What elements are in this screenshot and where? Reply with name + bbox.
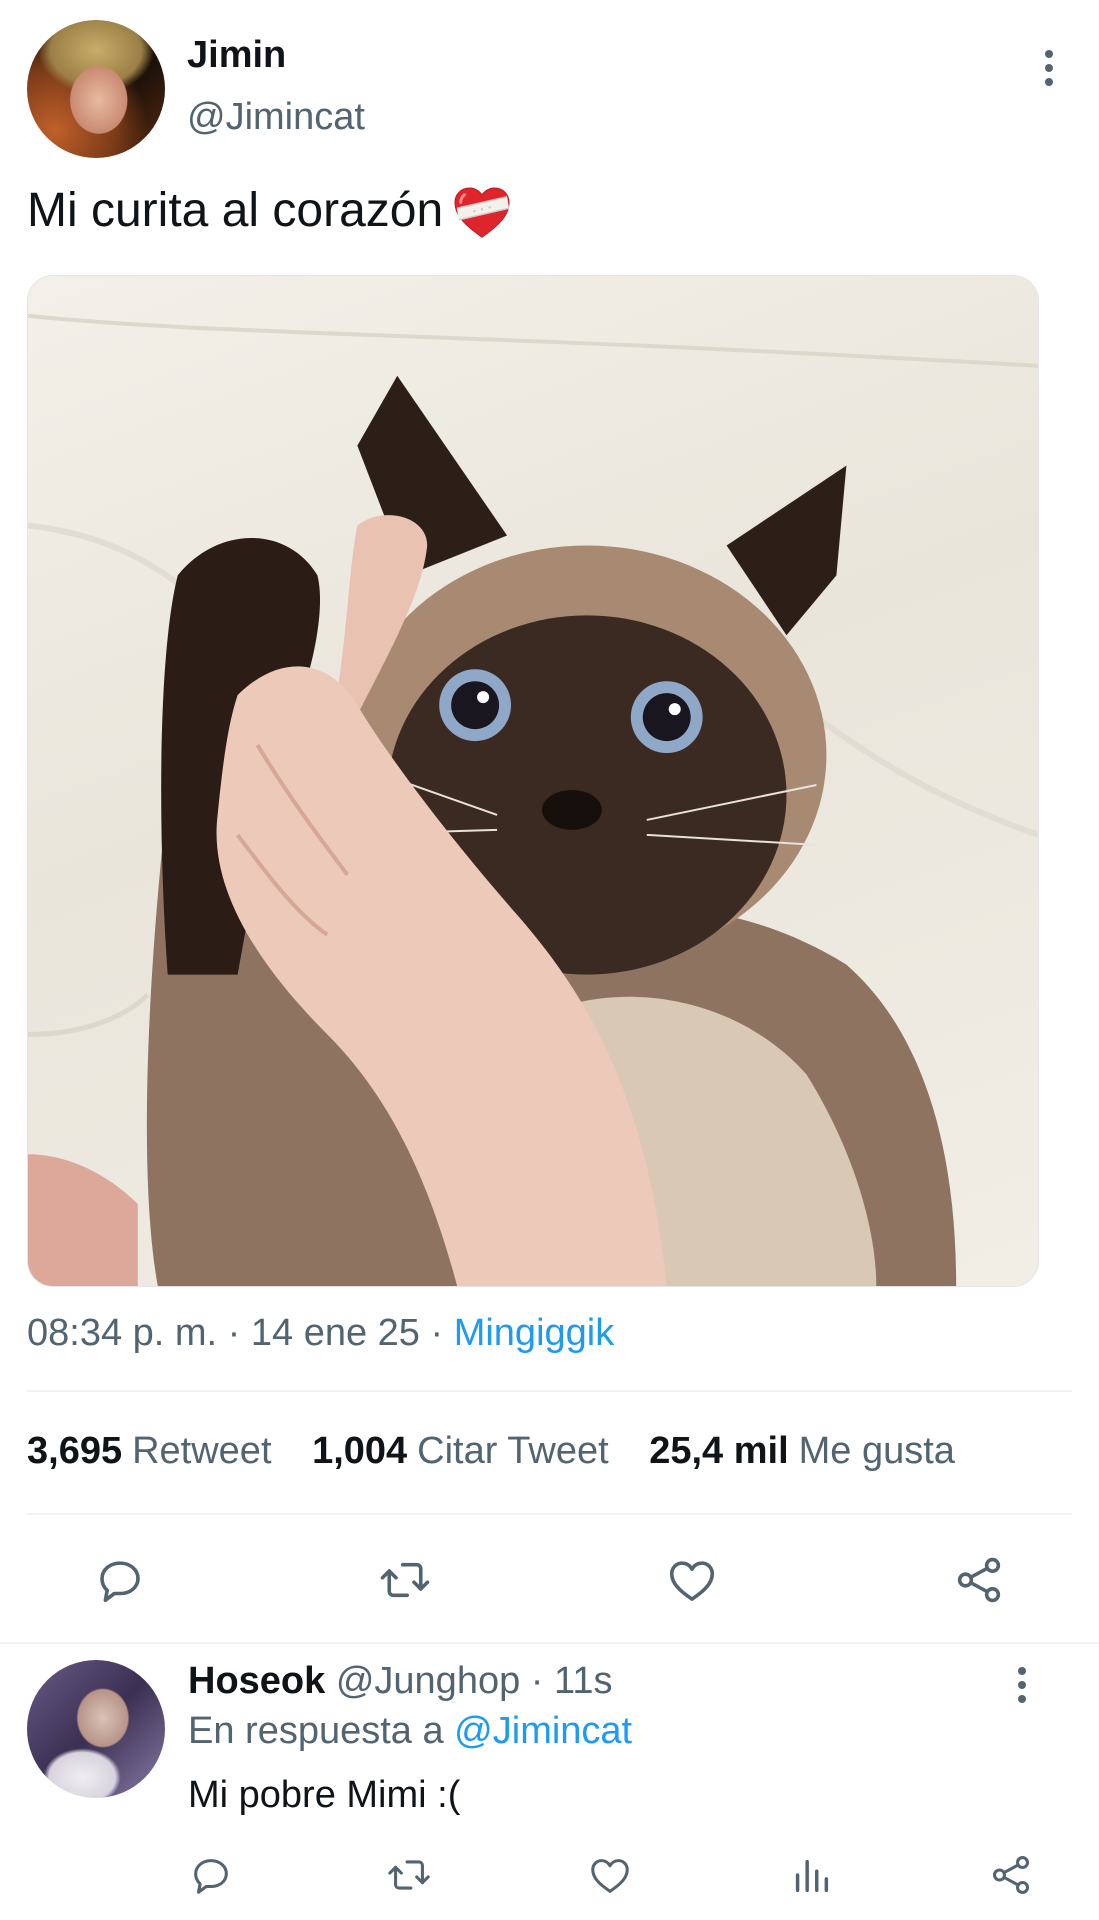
reply-like-icon[interactable] [587,1852,633,1898]
stat-label: Retweet [132,1430,272,1472]
like-count[interactable]: 25,4 mil Me gusta [649,1430,955,1473]
tweet-media-photo[interactable] [27,275,1039,1287]
reply-text: Mi pobre Mimi :( [188,1774,461,1816]
more-options-icon[interactable] [1037,48,1061,88]
quote-tweet-count[interactable]: 1,004 Citar Tweet [312,1430,609,1473]
divider [0,1642,1099,1644]
in-reply-to-label: En respuesta a [188,1710,455,1752]
reply-reply-icon[interactable] [188,1852,234,1898]
stat-count: 1,004 [312,1430,408,1472]
tweet-timestamp[interactable]: 08:34 p. m. · 14 ene 25 · [27,1312,454,1354]
reply-time: · 11s [520,1660,613,1702]
mending-heart-emoji [453,187,511,239]
reply-more-options-icon[interactable] [1010,1665,1034,1705]
stat-label: Me gusta [798,1430,955,1472]
cat-photo-illustration [28,313,1038,1286]
tweet-text: Mi curita al corazón [27,180,511,242]
stat-label: Citar Tweet [417,1430,609,1472]
author-avatar[interactable] [27,20,165,158]
tweet-stats: 3,695 Retweet 1,004 Citar Tweet 25,4 mil Me… [27,1430,985,1473]
in-reply-to: En respuesta a @Jimincat [188,1710,632,1753]
tweet-source-link[interactable]: Mingiggik [454,1312,615,1354]
retweet-icon[interactable] [378,1553,432,1607]
in-reply-to-handle[interactable]: @Jimincat [454,1710,632,1752]
stat-count: 3,695 [27,1430,123,1472]
reply-icon[interactable] [93,1553,147,1607]
author-name[interactable]: Jimin [187,34,286,77]
author-handle[interactable]: @Jimincat [187,96,365,139]
retweet-count[interactable]: 3,695 Retweet [27,1430,272,1473]
like-icon[interactable] [665,1553,719,1607]
stat-count: 25,4 mil [649,1430,789,1472]
tweet-text-content: Mi curita al corazón [27,184,444,237]
tweet-header: Jimin @Jimincat [27,20,1072,160]
reply-header: Hoseok @Junghop · 11s [188,1660,612,1703]
reply-author-name[interactable]: Hoseok [188,1660,325,1702]
reply-retweet-icon[interactable] [386,1852,432,1898]
reply-share-icon[interactable] [988,1852,1034,1898]
share-icon[interactable] [952,1553,1006,1607]
reply-author-handle[interactable]: @Junghop [336,1660,520,1702]
divider [27,1390,1072,1392]
tweet-meta: 08:34 p. m. · 14 ene 25 · Mingiggik [27,1312,614,1355]
divider [27,1513,1072,1515]
reply-author-avatar[interactable] [27,1660,165,1798]
reply-analytics-icon[interactable] [788,1852,834,1898]
